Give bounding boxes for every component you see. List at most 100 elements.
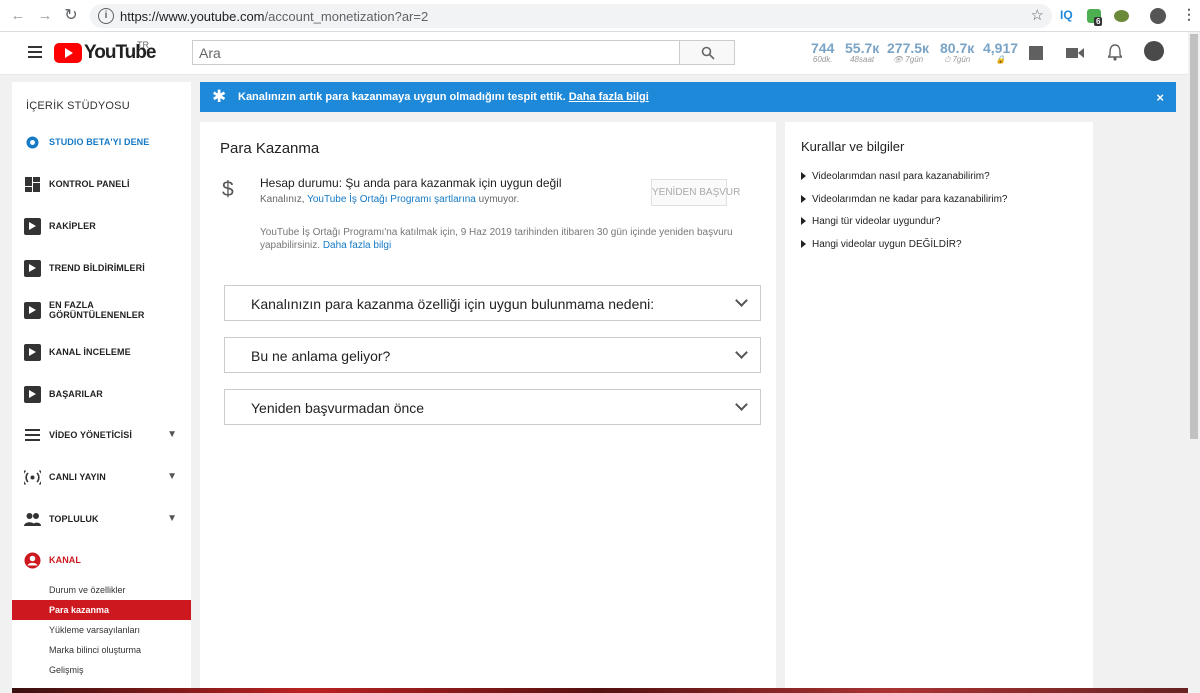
profile-avatar-icon[interactable] bbox=[1150, 8, 1166, 24]
hamburger-menu-icon[interactable] bbox=[28, 46, 42, 58]
tubebuddy-icon bbox=[24, 344, 41, 361]
ypp-terms-link[interactable]: YouTube İş Ortağı Programı şartlarına bbox=[307, 194, 476, 205]
extension-iq-icon[interactable]: IQ bbox=[1060, 8, 1073, 22]
sidebar-item-label: KANAL bbox=[49, 555, 81, 565]
stat-subscribers: 4,917 🔒 bbox=[983, 40, 1019, 64]
subitem-advanced[interactable]: Gelişmiş bbox=[12, 660, 191, 680]
live-broadcast-icon bbox=[24, 470, 41, 485]
sidebar-item-label: TREND BİLDİRİMLERİ bbox=[49, 263, 145, 273]
sidebar-item-video-manager[interactable]: VİDEO YÖNETİCİSİ ▼ bbox=[12, 420, 191, 450]
accordion-what-it-means[interactable]: Bu ne anlama geliyor? bbox=[224, 337, 761, 373]
sidebar-item-competitors[interactable]: RAKİPLER bbox=[12, 211, 191, 241]
upload-video-icon[interactable] bbox=[1066, 46, 1084, 60]
chevron-down-icon[interactable]: ▼ bbox=[167, 429, 177, 440]
chevron-down-icon[interactable]: ▼ bbox=[167, 513, 177, 524]
subitem-monetization[interactable]: Para kazanma bbox=[12, 600, 191, 620]
banner-text: Kanalınızın artık para kazanmaya uygun o… bbox=[238, 91, 649, 103]
sidebar-item-trend-alerts[interactable]: TREND BİLDİRİMLERİ bbox=[12, 253, 191, 283]
sidebar-item-label: TOPLULUK bbox=[49, 514, 99, 524]
sidebar-item-channel[interactable]: KANAL bbox=[12, 545, 191, 575]
browser-toolbar: ← → ↻ i https://www.youtube.com/account_… bbox=[0, 0, 1200, 32]
banner-learn-more-link[interactable]: Daha fazla bilgi bbox=[569, 91, 649, 103]
dashboard-icon bbox=[25, 177, 40, 192]
rules-title: Kurallar ve bilgiler bbox=[801, 139, 905, 154]
account-avatar[interactable] bbox=[1144, 41, 1164, 61]
sidebar-item-label: KONTROL PANELİ bbox=[49, 179, 130, 189]
reapply-button[interactable]: YENİDEN BAŞVUR bbox=[651, 179, 740, 206]
sidebar-item-dashboard[interactable]: KONTROL PANELİ bbox=[12, 169, 191, 199]
stat-views-7d: 277.5к 👁 7gün bbox=[887, 40, 930, 64]
youtube-play-icon bbox=[54, 43, 82, 63]
accordion-ineligibility-reason[interactable]: Kanalınızın para kazanma özelliği için u… bbox=[224, 285, 761, 321]
sidebar-item-label: CANLI YAYIN bbox=[49, 472, 106, 482]
sidebar-item-label: EN FAZLA GÖRÜNTÜLENENLER bbox=[49, 300, 145, 320]
monetization-panel: Para Kazanma $ Hesap durumu: Şu anda par… bbox=[200, 122, 776, 693]
search-input[interactable] bbox=[192, 40, 680, 65]
caret-right-icon bbox=[801, 240, 806, 248]
video-list-icon bbox=[25, 429, 40, 441]
subitem-upload-defaults[interactable]: Yükleme varsayılanları bbox=[12, 620, 191, 640]
tubebuddy-icon bbox=[24, 386, 41, 403]
studio-sidebar: İÇERİK STÜDYOSU STUDIO BETA'YI DENE KONT… bbox=[12, 82, 191, 693]
sidebar-item-achievements[interactable]: BAŞARILAR bbox=[12, 379, 191, 409]
rules-panel: Kurallar ve bilgiler Videolarımdan nasıl… bbox=[785, 122, 1093, 693]
sidebar-item-studio-beta[interactable]: STUDIO BETA'YI DENE bbox=[12, 127, 191, 157]
account-status: Hesap durumu: Şu anda para kazanmak için… bbox=[260, 176, 562, 190]
accordion-label: Bu ne anlama geliyor? bbox=[251, 348, 391, 364]
notifications-bell-icon[interactable] bbox=[1108, 44, 1122, 61]
account-status-detail: Kanalınız, YouTube İş Ortağı Programı şa… bbox=[260, 194, 520, 205]
page-scrollbar[interactable] bbox=[1188, 32, 1200, 693]
page-title: Para Kazanma bbox=[220, 140, 320, 157]
gear-icon bbox=[26, 136, 39, 149]
extension-badge: 6 bbox=[1094, 17, 1103, 26]
back-icon[interactable]: ← bbox=[10, 8, 26, 24]
tubebuddy-icon bbox=[24, 218, 41, 235]
subitem-branding[interactable]: Marka bilinci oluşturma bbox=[12, 640, 191, 660]
sidebar-item-live[interactable]: CANLI YAYIN ▼ bbox=[12, 462, 191, 492]
sidebar-item-label: VİDEO YÖNETİCİSİ bbox=[49, 430, 132, 440]
bookmark-star-icon[interactable]: ☆ bbox=[1031, 6, 1044, 24]
search-button[interactable] bbox=[679, 40, 735, 65]
site-info-icon[interactable]: i bbox=[98, 8, 114, 24]
address-bar[interactable]: i https://www.youtube.com/account_moneti… bbox=[90, 4, 1052, 28]
sidebar-item-channel-review[interactable]: KANAL İNCELEME bbox=[12, 337, 191, 367]
sidebar-item-label: KANAL İNCELEME bbox=[49, 347, 131, 357]
accordion-label: Yeniden başvurmadan önce bbox=[251, 400, 425, 416]
forward-icon[interactable]: → bbox=[37, 8, 53, 24]
rule-link[interactable]: Videolarımdan nasıl para kazanabilirim? bbox=[801, 171, 990, 182]
people-icon bbox=[24, 513, 41, 526]
extension-money-icon[interactable] bbox=[1114, 10, 1129, 22]
reapply-note: YouTube İş Ortağı Programı'na katılmak i… bbox=[260, 227, 733, 251]
rule-link[interactable]: Hangi videolar uygun DEĞİLDİR? bbox=[801, 239, 962, 250]
sidebar-item-most-viewed[interactable]: EN FAZLA GÖRÜNTÜLENENLER bbox=[12, 295, 191, 325]
close-icon[interactable]: × bbox=[1156, 90, 1164, 105]
caret-right-icon bbox=[801, 195, 806, 203]
rule-link[interactable]: Hangi tür videolar uygundur? bbox=[801, 216, 940, 227]
accordion-before-reapplying[interactable]: Yeniden başvurmadan önce bbox=[224, 389, 761, 425]
stat-realtime: 744 60dk. bbox=[811, 40, 835, 64]
subitem-status[interactable]: Durum ve özellikler bbox=[12, 580, 191, 600]
scrollbar-thumb[interactable] bbox=[1190, 34, 1198, 439]
analytics-icon[interactable] bbox=[1029, 46, 1043, 60]
logo-region: TR bbox=[137, 40, 149, 50]
star-icon: ✱ bbox=[212, 87, 227, 106]
tubebuddy-icon bbox=[24, 302, 41, 319]
sidebar-item-label: STUDIO BETA'YI DENE bbox=[49, 137, 150, 147]
rule-link[interactable]: Videolarımdan ne kadar para kazanabiliri… bbox=[801, 194, 1007, 205]
caret-right-icon bbox=[801, 172, 806, 180]
stat-watchtime-7d: 80.7к ⏱ 7gün bbox=[940, 40, 975, 64]
stat-48h: 55.7к 48saat bbox=[845, 40, 880, 64]
sidebar-item-label: RAKİPLER bbox=[49, 221, 96, 231]
caret-right-icon bbox=[801, 217, 806, 225]
youtube-header: YouTube TR 74460dk. 55.7к48saat 277.5к👁 … bbox=[0, 32, 1200, 75]
url-text: https://www.youtube.com/account_monetiza… bbox=[120, 9, 429, 24]
account-circle-icon bbox=[24, 552, 41, 569]
sidebar-item-community[interactable]: TOPLULUK ▼ bbox=[12, 504, 191, 534]
reload-icon[interactable]: ↻ bbox=[63, 8, 79, 24]
bottom-strip bbox=[12, 688, 1188, 693]
browser-menu-icon[interactable]: ⋮ bbox=[1182, 6, 1196, 23]
notice-banner: ✱ Kanalınızın artık para kazanmaya uygun… bbox=[200, 82, 1176, 112]
dollar-icon: $ bbox=[222, 178, 234, 201]
chevron-down-icon[interactable]: ▼ bbox=[167, 471, 177, 482]
note-learn-more-link[interactable]: Daha fazla bilgi bbox=[323, 240, 391, 251]
